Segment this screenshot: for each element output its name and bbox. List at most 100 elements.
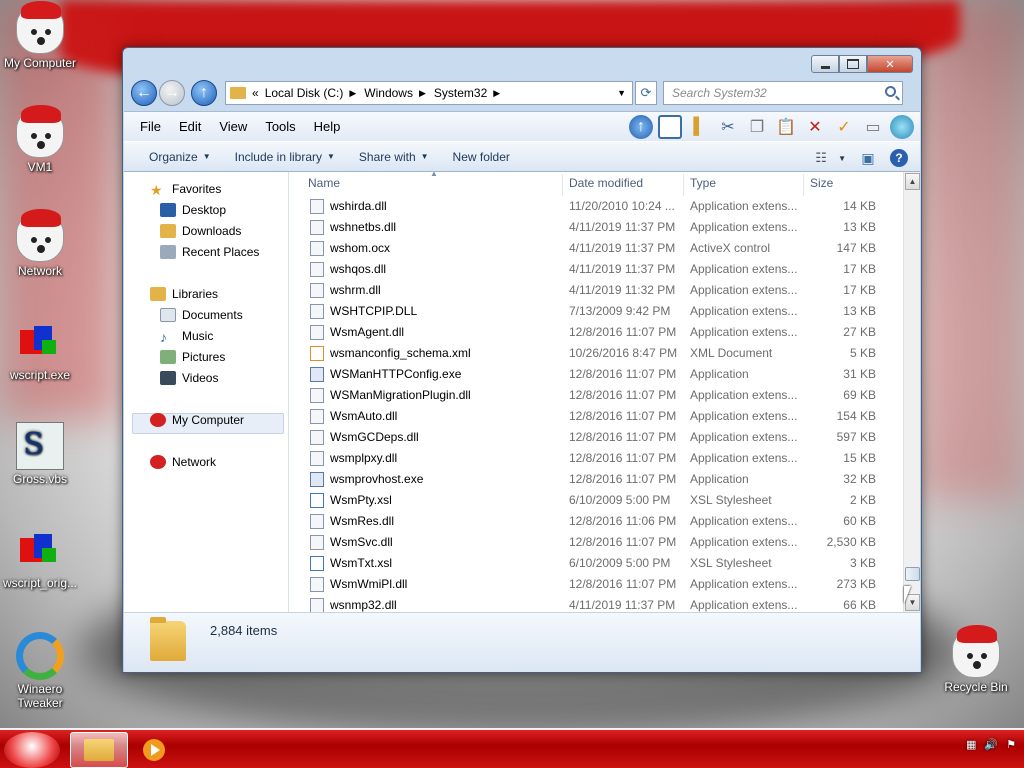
volume-icon[interactable]: 🔊 <box>984 738 998 751</box>
address-bar[interactable]: « Local Disk (C:) ▶ Windows ▶ System32 ▶… <box>225 81 633 105</box>
system-tray: ▦ 🔊 ⚑ <box>958 738 1016 751</box>
file-row[interactable]: WSManMigrationPlugin.dll 12/8/2016 11:07 … <box>290 385 902 406</box>
address-overflow[interactable]: « <box>252 86 259 100</box>
file-row[interactable]: wsmplpxy.dll 12/8/2016 11:07 PM Applicatio… <box>290 448 902 469</box>
file-row[interactable]: WSHTCPIP.DLL 7/13/2009 9:42 PM Application… <box>290 301 902 322</box>
menu-tools[interactable]: Tools <box>256 119 304 134</box>
scroll-up-button[interactable]: ▲ <box>905 173 920 190</box>
view-options-icon[interactable]: ☷ <box>809 146 833 170</box>
desktop-icon-gross-vbs[interactable]: Gross.vbs <box>0 422 80 486</box>
minimize-button[interactable] <box>811 55 839 73</box>
network-tray-icon[interactable]: ▦ <box>966 738 976 751</box>
column-divider[interactable] <box>803 174 804 196</box>
up-button[interactable]: ↑ <box>191 80 217 106</box>
globe-icon[interactable] <box>890 115 914 139</box>
preview-pane-icon[interactable]: ▣ <box>856 146 880 170</box>
file-row[interactable]: WSManHTTPConfig.exe 12/8/2016 11:07 PM App… <box>290 364 902 385</box>
file-row[interactable]: WsmAuto.dll 12/8/2016 11:07 PM Application… <box>290 406 902 427</box>
title-bar[interactable]: ✕ <box>123 48 921 78</box>
menu-help[interactable]: Help <box>305 119 350 134</box>
nav-my-computer[interactable]: My Computer <box>150 413 244 427</box>
file-row[interactable]: wshom.ocx 4/11/2019 11:37 PM ActiveX contr… <box>290 238 902 259</box>
flag-icon[interactable]: ⚑ <box>1006 738 1016 751</box>
scroll-thumb[interactable] <box>905 567 920 581</box>
pane-toggle-icon[interactable] <box>658 115 682 139</box>
nav-favorites[interactable]: ★ Favorites <box>150 182 221 198</box>
close-button[interactable]: ✕ <box>867 55 913 73</box>
file-row[interactable]: WsmRes.dll 12/8/2016 11:06 PM Application … <box>290 511 902 532</box>
breadcrumb-windows[interactable]: Windows <box>364 86 413 100</box>
desktop-icon-wscript[interactable]: wscript.exe <box>0 318 80 382</box>
menu-edit[interactable]: Edit <box>170 119 210 134</box>
file-row[interactable]: WsmPty.xsl 6/10/2009 5:00 PM XSL Styleshee… <box>290 490 902 511</box>
desktop-icon-wscript-orig[interactable]: wscript_orig... <box>0 526 80 590</box>
include-in-library-button[interactable]: Include in library ▼ <box>223 150 347 164</box>
column-header-size[interactable]: Size <box>810 176 833 190</box>
maximize-button[interactable] <box>839 55 867 73</box>
delete-icon[interactable]: ✕ <box>803 115 827 139</box>
desktop-icon-network[interactable]: Network <box>0 209 80 278</box>
desktop-icon-winaero[interactable]: Winaero Tweaker <box>0 632 80 710</box>
file-row[interactable]: WsmWmiPl.dll 12/8/2016 11:07 PM Applicatio… <box>290 574 902 595</box>
properties-icon[interactable]: ▭ <box>861 115 885 139</box>
navigation-bar: ← → ↑ « Local Disk (C:) ▶ Windows ▶ Syst… <box>131 78 913 108</box>
file-row[interactable]: wshnetbs.dll 4/11/2019 11:37 PM Applicatio… <box>290 217 902 238</box>
breadcrumb-local-disk[interactable]: Local Disk (C:) <box>265 86 344 100</box>
chevron-right-icon[interactable]: ▶ <box>349 88 356 99</box>
start-button[interactable] <box>4 732 60 768</box>
taskbar-explorer-button[interactable] <box>70 732 128 768</box>
refresh-button[interactable]: ⟳ <box>635 81 657 105</box>
nav-libraries[interactable]: Libraries <box>150 287 218 301</box>
organize-button[interactable]: Organize ▼ <box>124 150 223 164</box>
file-row[interactable]: wshrm.dll 4/11/2019 11:32 PM Application e… <box>290 280 902 301</box>
menu-view[interactable]: View <box>210 119 256 134</box>
paste-icon[interactable]: 📋 <box>774 115 798 139</box>
column-header-type[interactable]: Type <box>690 176 716 190</box>
help-icon[interactable]: ? <box>890 149 908 167</box>
file-row[interactable]: WsmTxt.xsl 6/10/2009 5:00 PM XSL Styleshee… <box>290 553 902 574</box>
breadcrumb-system32[interactable]: System32 <box>434 86 487 100</box>
check-icon[interactable]: ✓ <box>832 115 856 139</box>
nav-downloads[interactable]: Downloads <box>160 224 241 238</box>
menu-file[interactable]: File <box>124 119 170 134</box>
up-folder-icon[interactable]: ↑ <box>629 115 653 139</box>
column-divider[interactable] <box>683 174 684 196</box>
taskbar-media-button[interactable] <box>136 732 172 768</box>
file-row[interactable]: WsmSvc.dll 12/8/2016 11:07 PM Application … <box>290 532 902 553</box>
desktop-icon-my-computer[interactable]: My Computer <box>0 1 80 70</box>
column-header-name[interactable]: Name <box>308 176 340 190</box>
vertical-scrollbar[interactable]: ▲ ▼ <box>903 172 920 612</box>
forward-button[interactable]: → <box>159 80 185 106</box>
chevron-down-icon[interactable]: ▼ <box>838 154 846 163</box>
chevron-down-icon[interactable]: ▼ <box>617 88 626 98</box>
file-row[interactable]: WsmAgent.dll 12/8/2016 11:07 PM Applicatio… <box>290 322 902 343</box>
new-folder-button[interactable]: New folder <box>441 150 522 164</box>
chevron-right-icon[interactable]: ▶ <box>419 88 426 99</box>
copy-icon[interactable]: ❐ <box>745 115 769 139</box>
search-icon[interactable] <box>885 86 896 97</box>
file-row[interactable]: wsmprovhost.exe 12/8/2016 11:07 PM Applica… <box>290 469 902 490</box>
search-input[interactable]: Search System32 <box>663 81 903 105</box>
cut-icon[interactable]: ✂ <box>716 115 740 139</box>
music-icon: ♪ <box>160 329 167 345</box>
desktop-icon-vm1[interactable]: VM1 <box>0 105 80 174</box>
nav-network[interactable]: Network <box>150 455 216 469</box>
desktop-icon-recycle-bin[interactable]: Recycle Bin <box>936 625 1016 694</box>
file-row[interactable]: wshirda.dll 11/20/2010 10:24 ... Applicati… <box>290 196 902 217</box>
folder-options-icon[interactable]: ▌ <box>687 115 711 139</box>
nav-music[interactable]: ♪ Music <box>160 329 213 345</box>
file-row[interactable]: WsmGCDeps.dll 12/8/2016 11:07 PM Applicati… <box>290 427 902 448</box>
nav-videos[interactable]: Videos <box>160 371 218 385</box>
back-button[interactable]: ← <box>131 80 157 106</box>
column-divider[interactable] <box>562 174 563 196</box>
file-row[interactable]: wshqos.dll 4/11/2019 11:37 PM Application … <box>290 259 902 280</box>
share-with-button[interactable]: Share with ▼ <box>347 150 441 164</box>
file-row[interactable]: wsmanconfig_schema.xml 10/26/2016 8:47 PM… <box>290 343 902 364</box>
chevron-right-icon[interactable]: ▶ <box>493 88 500 99</box>
nav-documents[interactable]: Documents <box>160 308 243 322</box>
file-row[interactable]: wsnmp32.dll 4/11/2019 11:37 PM Application… <box>290 595 902 612</box>
nav-pictures[interactable]: Pictures <box>160 350 225 364</box>
nav-desktop[interactable]: Desktop <box>160 203 226 217</box>
nav-recent-places[interactable]: Recent Places <box>160 245 259 259</box>
column-header-date[interactable]: Date modified <box>569 176 643 190</box>
